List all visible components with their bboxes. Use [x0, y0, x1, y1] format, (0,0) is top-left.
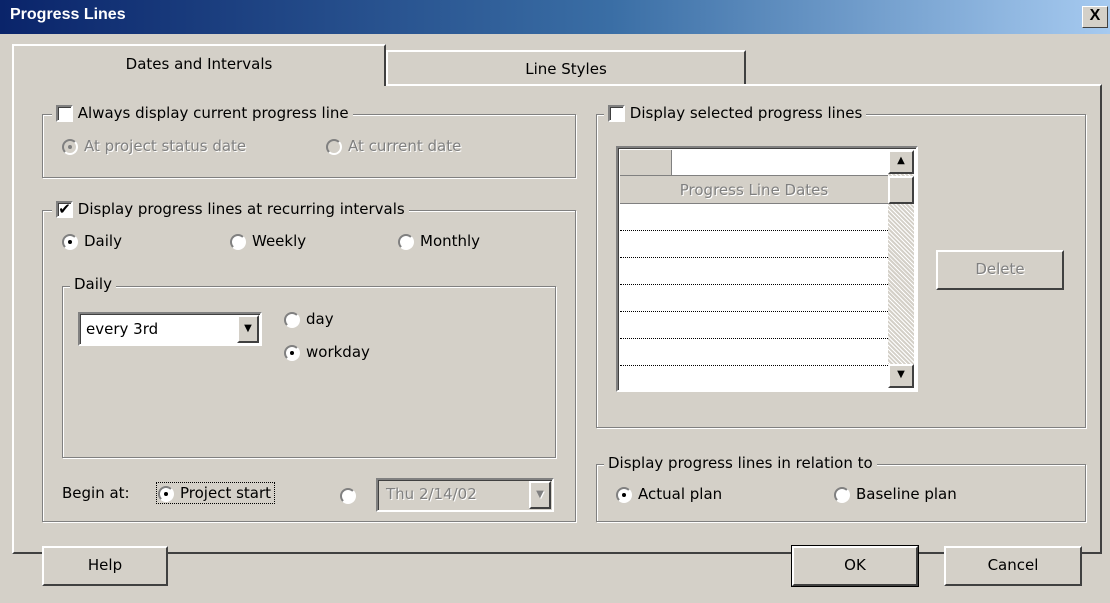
option-actual-plan[interactable]: Actual plan: [616, 485, 722, 503]
grid-row[interactable]: [620, 312, 888, 339]
selected-lines-label: Display selected progress lines: [629, 104, 863, 122]
option-day[interactable]: day: [284, 310, 334, 328]
grid-corner-cell: [620, 150, 672, 176]
option-monthly[interactable]: Monthly: [398, 232, 480, 250]
option-weekly[interactable]: Weekly: [230, 232, 306, 250]
grid-row[interactable]: [620, 258, 888, 285]
option-project-start[interactable]: Project start: [155, 482, 276, 504]
progress-dates-grid[interactable]: Progress Line Dates ▲ ▼: [616, 146, 918, 392]
option-label: Actual plan: [638, 485, 723, 503]
radio-begin-date[interactable]: [340, 487, 356, 504]
grid-scrollbar[interactable]: ▲ ▼: [888, 150, 914, 388]
radio-day[interactable]: [284, 311, 300, 328]
radio-project-start[interactable]: [158, 485, 174, 502]
radio-daily[interactable]: [62, 233, 78, 250]
daily-group-label: Daily: [70, 275, 116, 293]
begin-at-label: Begin at:: [62, 484, 130, 502]
option-label: At current date: [348, 137, 462, 155]
recurring-label: Display progress lines at recurring inte…: [77, 200, 405, 218]
selected-lines-toggle[interactable]: Display selected progress lines: [604, 104, 867, 122]
option-daily[interactable]: Daily: [62, 232, 122, 250]
arrow-down-icon[interactable]: ▼: [888, 364, 914, 388]
option-label: Weekly: [252, 232, 307, 250]
current-line-label: Always display current progress line: [77, 104, 349, 122]
option-baseline-plan[interactable]: Baseline plan: [834, 485, 957, 503]
help-button[interactable]: Help: [42, 546, 168, 586]
tab-dates-and-intervals[interactable]: Dates and Intervals: [12, 44, 386, 86]
title-bar: [0, 0, 1110, 34]
close-icon: X: [1089, 7, 1101, 24]
radio-current-date[interactable]: [326, 138, 342, 155]
scroll-thumb[interactable]: [888, 176, 914, 204]
option-begin-date[interactable]: [340, 486, 362, 504]
option-label: At project status date: [84, 137, 247, 155]
grid-row[interactable]: [620, 285, 888, 312]
option-label: Monthly: [420, 232, 481, 250]
recurring-checkbox[interactable]: ✔: [56, 201, 73, 218]
tab-line-styles[interactable]: Line Styles: [386, 50, 746, 84]
option-label: Daily: [84, 232, 122, 250]
option-workday[interactable]: workday: [284, 343, 370, 361]
arrow-up-icon[interactable]: ▲: [888, 150, 914, 174]
relation-label: Display progress lines in relation to: [604, 454, 877, 472]
radio-project-status-date[interactable]: [62, 138, 78, 155]
grid-row[interactable]: [620, 231, 888, 258]
option-at-project-status-date[interactable]: At project status date: [62, 137, 246, 155]
radio-monthly[interactable]: [398, 233, 414, 250]
chevron-down-icon[interactable]: ▼: [237, 315, 259, 343]
radio-actual-plan[interactable]: [616, 486, 632, 503]
tab-label: Line Styles: [525, 60, 607, 78]
frequency-dropdown[interactable]: every 3rd ▼: [78, 312, 262, 346]
option-label: day: [306, 310, 334, 328]
grid-row[interactable]: [620, 204, 888, 231]
option-label: workday: [306, 343, 370, 361]
chevron-down-icon[interactable]: ▼: [529, 481, 551, 509]
delete-button[interactable]: Delete: [936, 250, 1064, 290]
close-button[interactable]: X: [1082, 6, 1108, 28]
cancel-button[interactable]: Cancel: [944, 546, 1082, 586]
option-label: Project start: [180, 484, 272, 502]
radio-weekly[interactable]: [230, 233, 246, 250]
begin-date-dropdown[interactable]: Thu 2/14/02 ▼: [376, 478, 554, 512]
grid-entry-cell[interactable]: [672, 150, 888, 176]
ok-button[interactable]: OK: [791, 545, 919, 587]
selected-lines-checkbox[interactable]: [608, 105, 625, 122]
option-at-current-date[interactable]: At current date: [326, 137, 461, 155]
grid-row[interactable]: [620, 339, 888, 366]
begin-date-value: Thu 2/14/02: [386, 485, 477, 503]
frequency-value: every 3rd: [86, 320, 159, 338]
current-line-checkbox[interactable]: [56, 105, 73, 122]
window-title: Progress Lines: [10, 6, 126, 23]
grid-row[interactable]: [620, 366, 888, 388]
option-label: Baseline plan: [856, 485, 957, 503]
grid-header: Progress Line Dates: [620, 176, 888, 204]
tab-label: Dates and Intervals: [125, 55, 273, 73]
recurring-toggle[interactable]: ✔ Display progress lines at recurring in…: [52, 200, 409, 218]
current-line-toggle[interactable]: Always display current progress line: [52, 104, 353, 122]
radio-workday[interactable]: [284, 344, 300, 361]
radio-baseline-plan[interactable]: [834, 486, 850, 503]
